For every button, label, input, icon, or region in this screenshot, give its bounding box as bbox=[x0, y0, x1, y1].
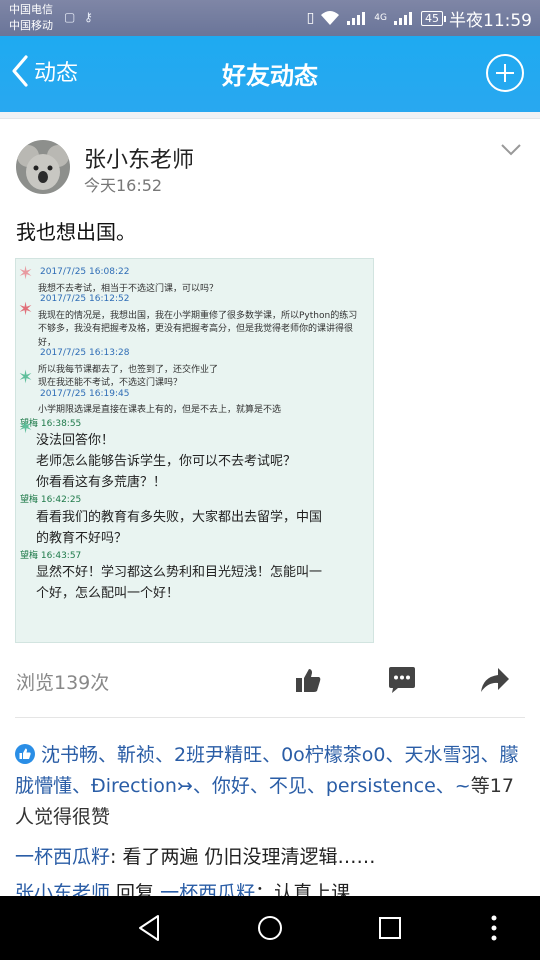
liker-names[interactable]: 沈书畅、靳祯、2班尹精旺、0o柠檬茶o0、天水雪羽、朦胧懵懂、Ðirection… bbox=[15, 744, 519, 797]
network-type: 4G bbox=[374, 13, 387, 23]
author-name[interactable]: 张小东老师 bbox=[84, 142, 194, 174]
thumbs-up-icon[interactable] bbox=[294, 666, 324, 696]
like-badge-icon bbox=[15, 744, 35, 764]
view-count: 浏览139次 bbox=[16, 672, 110, 694]
page-title: 好友动态 bbox=[222, 62, 318, 90]
star-sticker-icon: ✶ bbox=[18, 417, 34, 438]
image-text-line: 没法回答你！ bbox=[36, 433, 115, 448]
clock: 半夜11:59 bbox=[449, 10, 532, 31]
image-text-line: 所以我每节课都去了，也签到了，还交作业了 bbox=[38, 364, 219, 375]
image-text-line: 显然不好！学习都这么势利和目光短浅！怎能叫一 bbox=[36, 565, 323, 580]
post-text: 我也想出国。 bbox=[16, 220, 136, 244]
chevron-down-icon[interactable] bbox=[500, 142, 522, 161]
image-text-line: 我现在的情况是，我想出国，我在小学期重修了很多数学课，所以Python的练习 bbox=[38, 310, 358, 321]
system-nav-bar bbox=[0, 896, 540, 960]
image-text-line: 的教育不好吗？ bbox=[36, 530, 128, 546]
share-icon[interactable] bbox=[480, 666, 510, 696]
signal-2-icon bbox=[393, 10, 415, 26]
comment-author[interactable]: 一杯西瓜籽 bbox=[15, 846, 110, 868]
image-text-line: 2017/7/25 16:12:52 bbox=[40, 294, 130, 304]
status-icons: ▯ 4G 45 半夜11:59 bbox=[307, 0, 532, 36]
vibrate-icon: ▯ bbox=[306, 10, 315, 26]
image-text-line: 望梅 16:43:57 bbox=[20, 550, 82, 561]
image-text-line: 个好，怎么配叫一个好！ bbox=[36, 586, 180, 601]
image-text-line: 看看我们的教育有多失败，大家都出去留学，中国 bbox=[36, 509, 323, 525]
image-text-line: 你看看这有多荒唐？！ bbox=[36, 475, 167, 490]
image-text-line: 好， bbox=[38, 337, 57, 348]
avatar[interactable] bbox=[16, 140, 70, 194]
image-text-line: 现在我还能不考试，不选这门课吗？ bbox=[38, 378, 183, 388]
post-time: 今天16:52 bbox=[84, 176, 163, 195]
image-text-line: 不够多，我没有把握考及格，更没有把握考高分，但是我觉得老师你的课讲得很 bbox=[38, 324, 354, 334]
carrier-2: 中国移动 bbox=[9, 19, 53, 32]
add-circle-icon[interactable] bbox=[486, 54, 524, 92]
star-sticker-icon: ✶ bbox=[18, 367, 34, 388]
nav-menu-icon[interactable] bbox=[478, 912, 510, 944]
image-text-line: 2017/7/25 16:13:28 bbox=[40, 348, 130, 358]
comment-text: : 看了两遍 仍旧没理清逻辑…… bbox=[110, 846, 376, 868]
lock-icon: ▢ bbox=[64, 10, 76, 24]
image-text-line: 我想不去考试，相当于不选这门课，可以吗？ bbox=[38, 283, 219, 294]
star-sticker-icon: ✶ bbox=[18, 263, 34, 284]
comment-icon[interactable] bbox=[387, 666, 417, 696]
nav-recents-icon[interactable] bbox=[374, 912, 406, 944]
image-text-line: 小学期限选课是直接在课表上有的，但是不去上，就算是不选 bbox=[38, 405, 282, 415]
carrier-info: 中国电信 中国移动 bbox=[9, 2, 53, 34]
title-bar: 动态 好友动态 bbox=[0, 36, 540, 112]
star-sticker-icon: ✶ bbox=[18, 299, 34, 320]
nav-home-icon[interactable] bbox=[254, 912, 286, 944]
battery-indicator: 45 bbox=[421, 10, 446, 26]
likes-list: 沈书畅、靳祯、2班尹精旺、0o柠檬茶o0、天水雪羽、朦胧懵懂、Ðirection… bbox=[15, 740, 525, 833]
wifi-icon bbox=[320, 10, 340, 26]
signal-icon bbox=[346, 10, 368, 26]
post-image[interactable]: 2017/7/25 16:08:22 我想不去考试，相当于不选这门课，可以吗？ 20… bbox=[15, 258, 374, 643]
image-text-line: 2017/7/25 16:08:22 bbox=[40, 267, 130, 277]
nav-back-icon[interactable] bbox=[134, 912, 166, 944]
image-text-line: 老师怎么能够告诉学生，你可以不去考试呢？ bbox=[36, 454, 297, 469]
image-text-line: 望梅 16:42:25 bbox=[20, 495, 82, 505]
comment-item[interactable]: 一杯西瓜籽: 看了两遍 仍旧没理清逻辑…… bbox=[15, 842, 530, 869]
status-bar: 中国电信 中国移动 ▢ ⚷ ▯ 4G 45 半夜11:59 bbox=[0, 0, 540, 36]
top-divider bbox=[0, 112, 540, 119]
image-text-line: 2017/7/25 16:19:45 bbox=[40, 388, 130, 399]
carrier-1: 中国电信 bbox=[9, 3, 53, 16]
divider bbox=[15, 717, 525, 718]
key-icon: ⚷ bbox=[84, 10, 93, 24]
